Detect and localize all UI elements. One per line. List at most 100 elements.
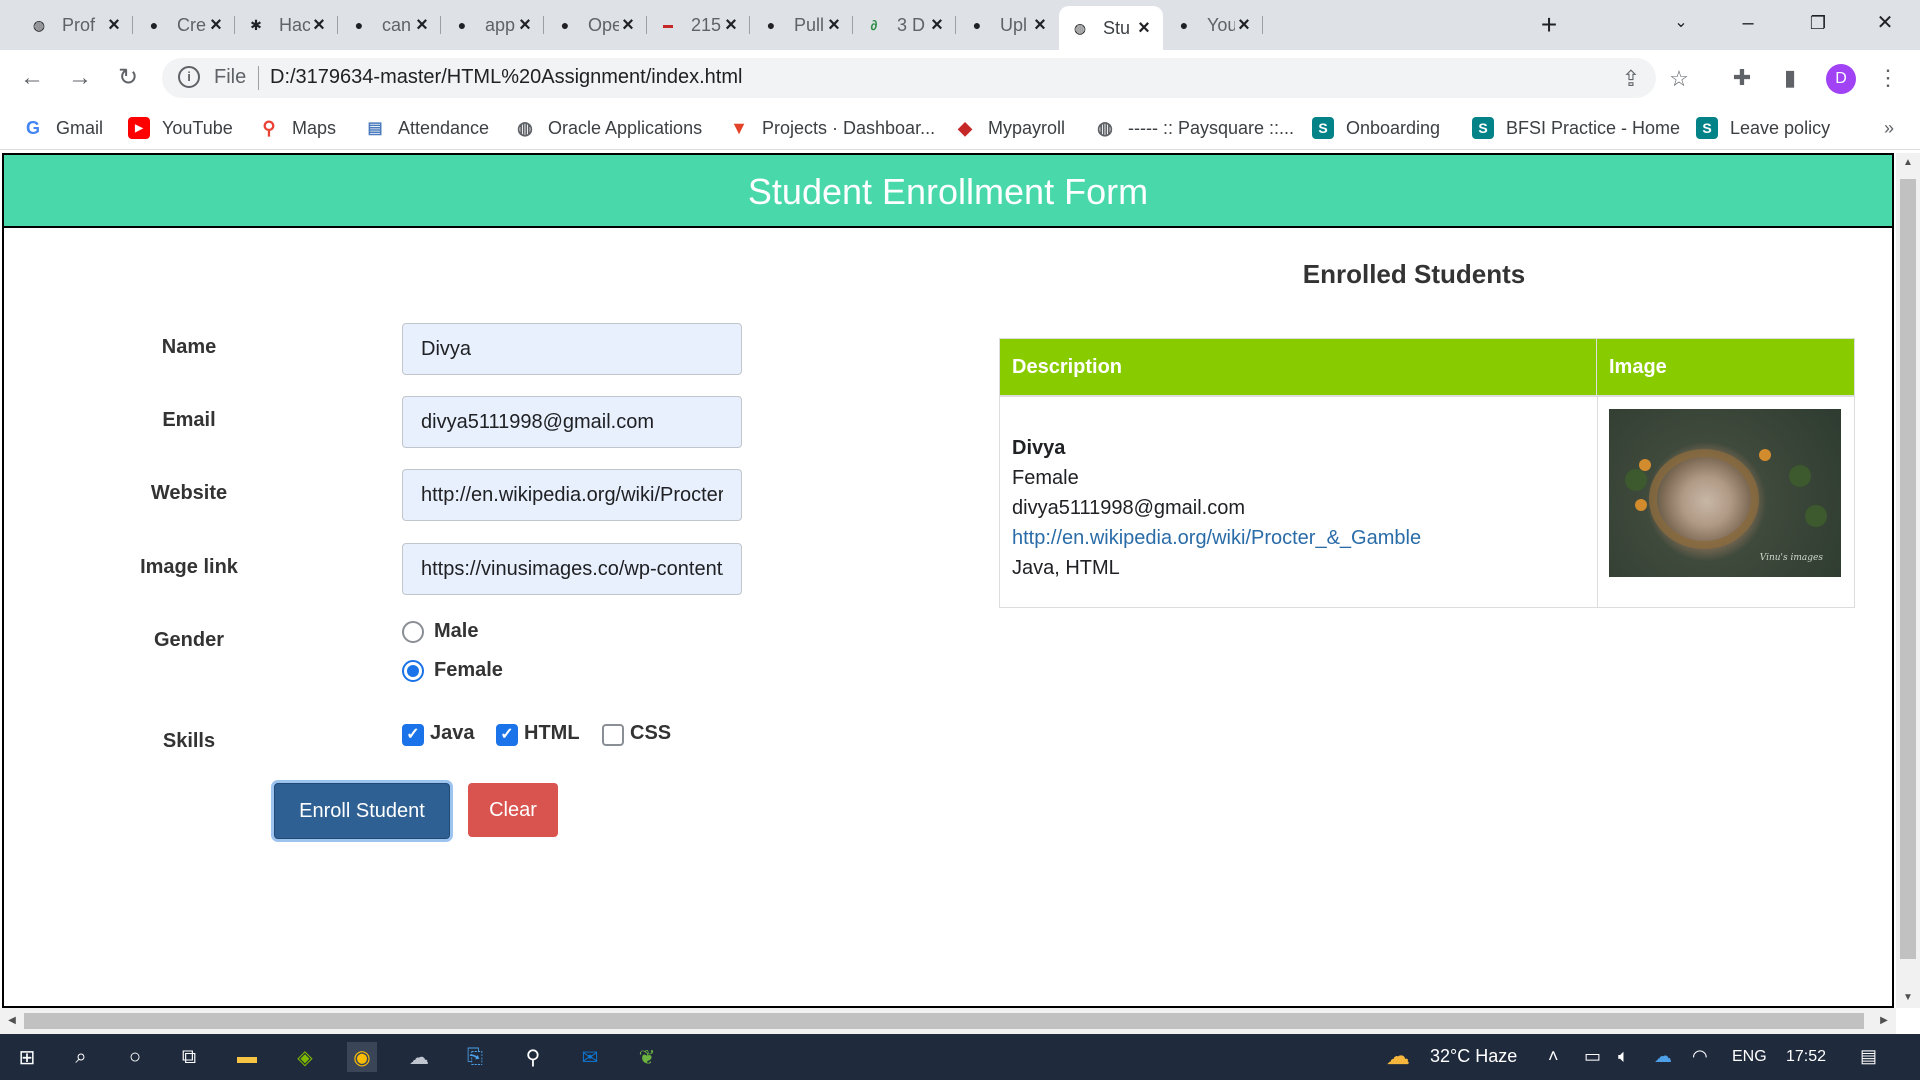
browser-tab[interactable]: ∂ 3 D × [853, 8, 956, 42]
windows-start-icon[interactable]: ⊞ [12, 1042, 42, 1072]
horizontal-scroll-thumb[interactable] [24, 1013, 1864, 1029]
notifications-icon[interactable]: ▤ [1860, 1046, 1877, 1067]
bookmark-gmail[interactable]: G Gmail [22, 116, 103, 140]
close-icon[interactable]: × [105, 14, 123, 36]
bookmark-maps[interactable]: ⚲ Maps [258, 116, 336, 140]
reload-icon[interactable]: ↻ [112, 62, 144, 94]
scroll-right-icon[interactable]: ▶ [1872, 1008, 1896, 1034]
scroll-left-icon[interactable]: ◀ [0, 1008, 24, 1034]
bookmark-paysquare[interactable]: ◍ ----- :: Paysquare ::... [1094, 116, 1294, 140]
close-icon[interactable]: × [825, 14, 843, 36]
bookmark-attendance[interactable]: ▤ Attendance [364, 116, 489, 140]
skill-java-label[interactable]: Java [430, 722, 475, 745]
side-panel-icon[interactable]: ▮ [1776, 64, 1804, 92]
website-input[interactable] [402, 469, 742, 521]
network-app-icon[interactable]: ⎘ [460, 1042, 490, 1072]
skill-html-label[interactable]: HTML [524, 722, 580, 745]
weather-icon[interactable]: ☁ [1386, 1042, 1410, 1071]
skill-java-checkbox[interactable]: ✓ [402, 724, 424, 746]
spring-tools-icon[interactable]: ❦ [632, 1042, 662, 1072]
battery-icon[interactable]: ▭ [1584, 1046, 1601, 1067]
bookmark-oracle[interactable]: ◍ Oracle Applications [514, 116, 702, 140]
search-icon[interactable]: ⌕ [66, 1042, 96, 1072]
skill-css-label[interactable]: CSS [630, 722, 671, 745]
browser-tab[interactable]: ● can × [338, 8, 441, 42]
image-link-input[interactable] [402, 543, 742, 595]
extensions-icon[interactable]: ✚ [1728, 64, 1756, 92]
gender-female-label[interactable]: Female [434, 659, 503, 682]
close-icon[interactable]: × [1235, 14, 1253, 36]
gender-male-radio[interactable] [402, 621, 424, 643]
close-icon[interactable]: × [1031, 14, 1049, 36]
browser-tab[interactable]: ● You × [1163, 8, 1263, 42]
maps-app-icon[interactable]: ⚲ [518, 1042, 548, 1072]
forward-icon[interactable]: → [64, 62, 96, 94]
bookmark-mypayroll[interactable]: ◆ Mypayroll [954, 116, 1065, 140]
app-icon[interactable]: ☁ [404, 1042, 434, 1072]
email-input[interactable] [402, 396, 742, 448]
scroll-down-icon[interactable]: ▼ [1896, 988, 1920, 1008]
close-icon[interactable]: × [310, 14, 328, 36]
browser-tab[interactable]: ● app × [441, 8, 544, 42]
skill-html-checkbox[interactable]: ✓ [496, 724, 518, 746]
student-website-link[interactable]: http://en.wikipedia.org/wiki/Procter_&_G… [1012, 523, 1421, 553]
browser-tab[interactable]: ◍ Prof × [18, 8, 133, 42]
close-icon[interactable]: × [413, 14, 431, 36]
browser-tab[interactable]: ● Cre × [133, 8, 235, 42]
wifi-icon[interactable]: ◠ [1692, 1046, 1708, 1067]
gender-female-radio[interactable] [402, 660, 424, 682]
close-icon[interactable]: × [928, 14, 946, 36]
bookmark-leave-policy[interactable]: S Leave policy [1696, 116, 1830, 140]
chrome-icon[interactable]: ◉ [347, 1042, 377, 1072]
back-icon[interactable]: ← [16, 62, 48, 94]
skill-css-checkbox[interactable] [602, 724, 624, 746]
volume-icon[interactable]: 🔈︎ [1618, 1046, 1629, 1067]
close-icon[interactable]: × [207, 14, 225, 36]
cortana-icon[interactable]: ○ [120, 1042, 150, 1072]
outlook-icon[interactable]: ✉ [575, 1042, 605, 1072]
close-window-icon[interactable]: ✕ [1870, 8, 1900, 38]
bookmark-star-icon[interactable]: ☆ [1666, 66, 1692, 92]
weather-text[interactable]: 32°C Haze [1430, 1046, 1517, 1067]
horizontal-scrollbar[interactable]: ◀ ▶ [0, 1008, 1896, 1034]
name-input[interactable] [402, 323, 742, 375]
restore-icon[interactable]: ❐ [1803, 8, 1833, 38]
minimize-icon[interactable]: – [1733, 8, 1763, 38]
scroll-up-icon[interactable]: ▲ [1896, 153, 1920, 173]
bookmark-youtube[interactable]: ▶ YouTube [128, 116, 233, 140]
close-icon[interactable]: × [1135, 17, 1153, 39]
close-icon[interactable]: × [619, 14, 637, 36]
browser-tab[interactable]: ▬ 215 × [647, 8, 750, 42]
new-tab-button[interactable]: + [1534, 10, 1564, 40]
url-text[interactable]: D:/3179634-master/HTML%20Assignment/inde… [270, 66, 742, 89]
browser-tab[interactable]: ● Ope × [544, 8, 647, 42]
share-icon[interactable]: ⇪ [1618, 66, 1644, 92]
clock[interactable]: 17:52 [1786, 1048, 1826, 1066]
browser-tab[interactable]: ✱ Hac × [235, 8, 338, 42]
file-explorer-icon[interactable]: ▬ [232, 1042, 262, 1072]
task-view-icon[interactable]: ⧉ [174, 1042, 204, 1072]
address-bar[interactable]: i File D:/3179634-master/HTML%20Assignme… [162, 58, 1689, 98]
language-indicator[interactable]: ENG [1732, 1048, 1767, 1066]
browser-tab[interactable]: ● Pull × [750, 8, 853, 42]
tab-search-icon[interactable]: ⌄ [1666, 8, 1696, 38]
gender-male-label[interactable]: Male [434, 620, 478, 643]
clear-button[interactable]: Clear [468, 783, 558, 837]
onedrive-icon[interactable]: ☁ [1654, 1046, 1672, 1067]
more-bookmarks-icon[interactable]: » [1884, 118, 1894, 139]
close-icon[interactable]: × [722, 14, 740, 36]
browser-tab[interactable]: ● Upl × [956, 8, 1059, 42]
close-icon[interactable]: × [516, 14, 534, 36]
enroll-student-button[interactable]: Enroll Student [274, 783, 450, 839]
tray-chevron-icon[interactable]: ˄ [1548, 1046, 1559, 1067]
vertical-scrollbar[interactable]: ▲ ▼ [1896, 153, 1920, 1008]
app-icon[interactable]: ◈ [290, 1042, 320, 1072]
bookmark-onboarding[interactable]: S Onboarding [1312, 116, 1440, 140]
bookmark-bfsi[interactable]: S BFSI Practice - Home [1472, 116, 1680, 140]
menu-kebab-icon[interactable]: ⋮ [1874, 64, 1902, 92]
browser-tab-active[interactable]: ◍ Stu × [1059, 6, 1163, 50]
vertical-scroll-thumb[interactable] [1900, 179, 1916, 959]
info-icon[interactable]: i [178, 66, 200, 88]
bookmark-projects[interactable]: ▼ Projects · Dashboar... [728, 116, 935, 140]
profile-avatar[interactable]: D [1826, 64, 1856, 94]
